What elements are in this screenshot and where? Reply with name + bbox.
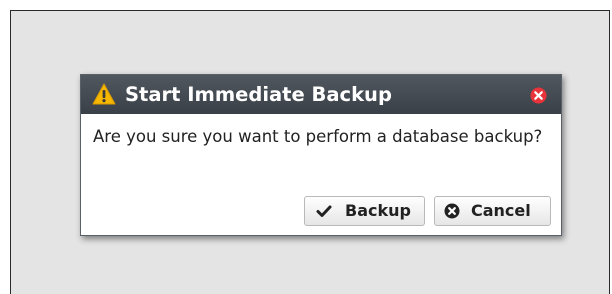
cancel-button-label: Cancel (471, 201, 531, 220)
backup-button[interactable]: Backup (304, 196, 425, 226)
dialog-message: Are you sure you want to perform a datab… (93, 127, 543, 146)
dialog-title: Start Immediate Backup (125, 83, 392, 106)
close-icon[interactable] (530, 87, 547, 104)
backup-dialog: Start Immediate Backup Are you sure you … (80, 74, 562, 236)
cancel-button[interactable]: Cancel (434, 196, 551, 226)
dialog-titlebar: Start Immediate Backup (81, 75, 561, 114)
page-background: Start Immediate Backup Are you sure you … (10, 10, 610, 294)
backup-button-label: Backup (345, 201, 411, 220)
checkmark-icon (316, 205, 332, 217)
warning-triangle-icon (92, 83, 116, 105)
cancel-circle-icon (444, 203, 460, 219)
